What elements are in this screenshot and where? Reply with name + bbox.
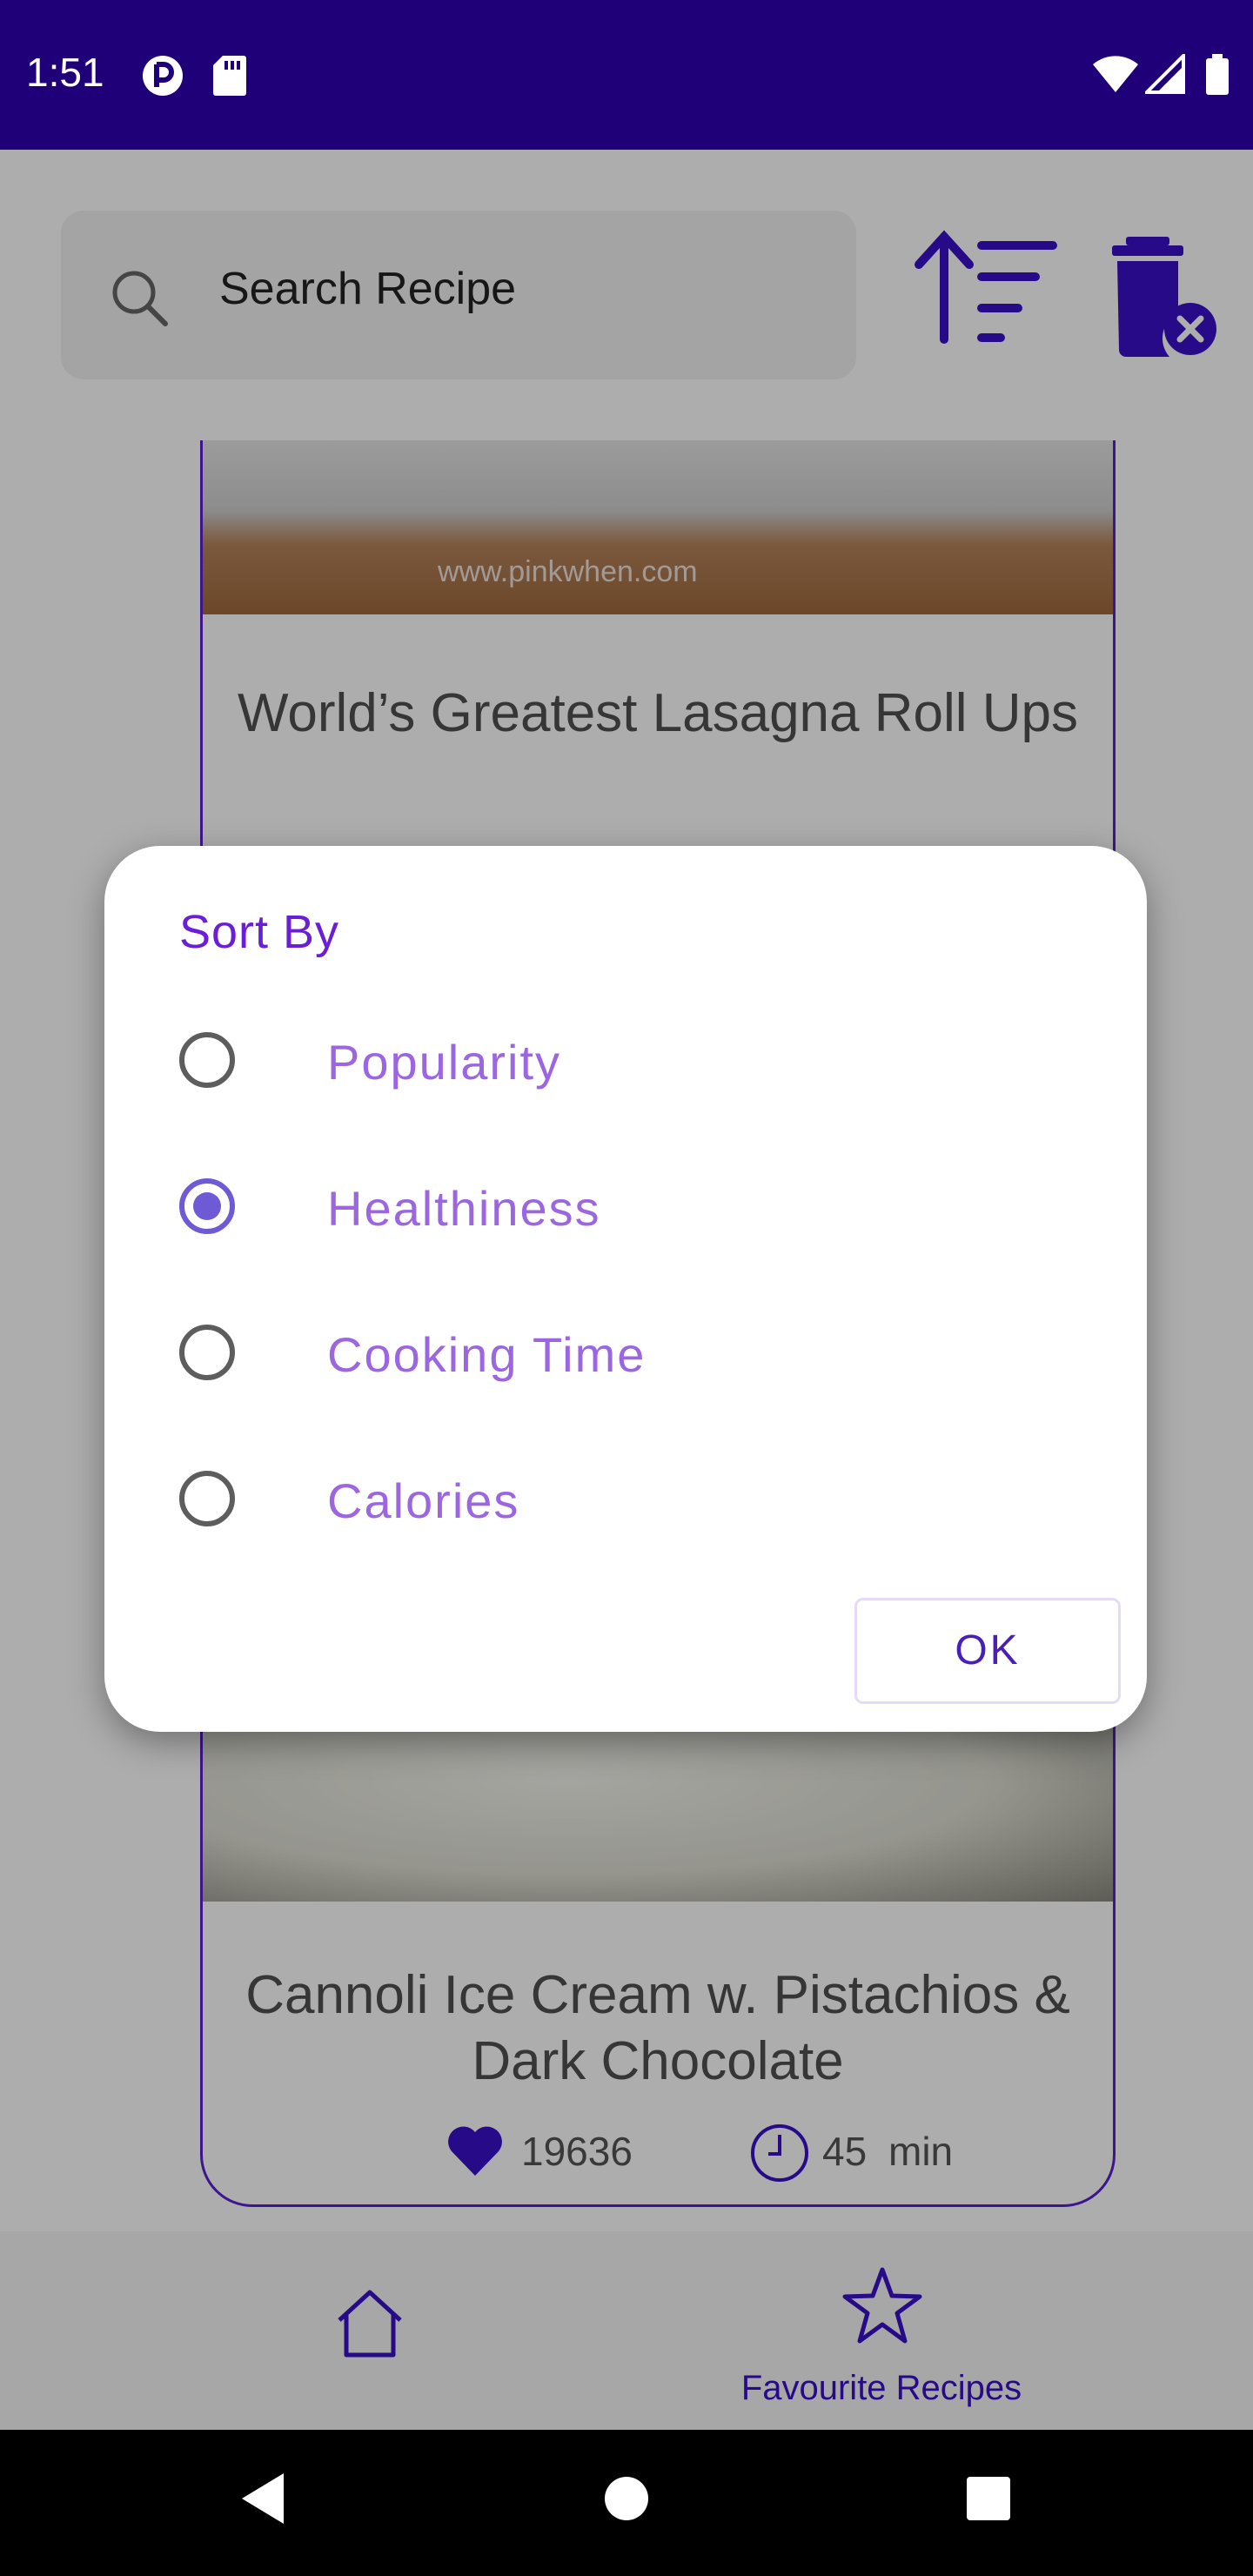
battery-icon [1204,54,1230,99]
dialog-title: Sort By [179,906,340,958]
sort-option-calories[interactable]: Calories [179,1471,1075,1575]
wifi-icon [1091,54,1140,97]
recents-icon[interactable] [964,2468,1013,2532]
sort-dialog: Sort By Popularity Healthiness Cooking T… [104,846,1147,1732]
radio-button[interactable] [179,1032,235,1088]
signal-icon [1142,51,1185,97]
radio-button[interactable] [179,1325,235,1380]
home-circle-icon[interactable] [600,2468,653,2532]
back-icon[interactable] [235,2468,291,2532]
option-label: Cooking Time [327,1327,647,1382]
option-label: Healthiness [327,1181,601,1236]
option-label: Popularity [327,1035,562,1090]
system-nav-bar [0,2430,1253,2576]
pocket-casts-icon [141,54,184,101]
sd-card-icon [212,54,247,101]
radio-button[interactable] [179,1471,235,1526]
ok-button[interactable]: OK [854,1598,1121,1704]
sort-option-cooking-time[interactable]: Cooking Time [179,1325,1075,1429]
status-bar: 1:51 [0,0,1253,150]
sort-option-healthiness[interactable]: Healthiness [179,1178,1075,1283]
sort-option-popularity[interactable]: Popularity [179,1032,1075,1137]
radio-button-checked[interactable] [179,1178,235,1234]
status-time: 1:51 [26,50,104,95]
option-label: Calories [327,1473,520,1528]
